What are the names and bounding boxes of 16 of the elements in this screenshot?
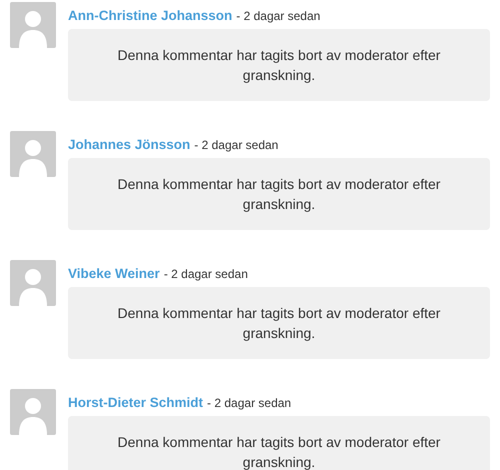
comment-message: Denna kommentar har tagits bort av moderator efter granskning. <box>68 158 490 230</box>
comment-message: Denna kommentar har tagits bort av moderator efter granskning. <box>68 416 490 470</box>
comment-message: Denna kommentar har tagits bort av moderator efter granskning. <box>68 287 490 359</box>
avatar-icon <box>10 131 56 177</box>
author-link[interactable]: Johannes Jönsson <box>68 137 190 152</box>
comment-time: - 2 dagar sedan <box>236 9 320 23</box>
author-link[interactable]: Ann-Christine Johansson <box>68 8 232 23</box>
comment-time: - 2 dagar sedan <box>207 396 292 410</box>
avatar-icon <box>10 389 56 435</box>
avatar-icon <box>10 2 56 48</box>
comment-message: Denna kommentar har tagits bort av moderator efter granskning. <box>68 29 490 101</box>
comment-time: - 2 dagar sedan <box>194 138 278 152</box>
author-link[interactable]: Horst-Dieter Schmidt <box>68 395 204 410</box>
author-link[interactable]: Vibeke Weiner <box>68 266 160 281</box>
comment-time: - 2 dagar sedan <box>164 267 248 281</box>
avatar-icon <box>10 260 56 306</box>
